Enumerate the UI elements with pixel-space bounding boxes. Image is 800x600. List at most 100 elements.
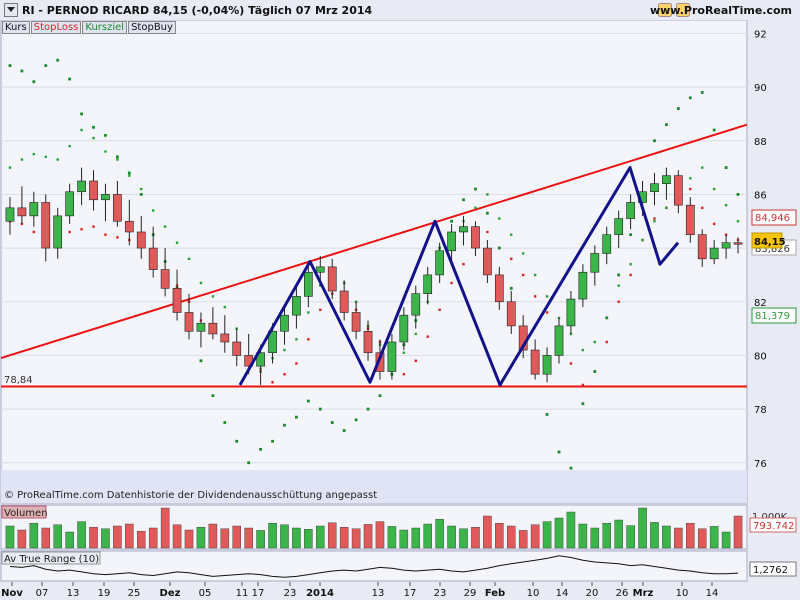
kursziel-dot <box>641 238 644 242</box>
volume-bar <box>184 529 194 549</box>
volume-bar <box>375 521 385 549</box>
candle-body <box>423 274 433 294</box>
stoploss-dot <box>271 381 274 384</box>
x-tick-label: 14 <box>556 588 569 599</box>
stoploss-dot <box>521 273 525 277</box>
kursziel-dot <box>629 262 632 266</box>
volume-bar <box>172 524 182 549</box>
kursziel-dot <box>92 136 95 140</box>
volume-bar <box>339 527 349 549</box>
volume-bar <box>578 523 588 549</box>
stoploss-dot <box>510 257 513 261</box>
stoploss-tag-text: 84,946 <box>755 213 790 224</box>
x-tick-label: 20 <box>586 588 599 599</box>
volume-bar <box>602 523 612 549</box>
candle-body <box>494 274 504 303</box>
stopbuy-dot <box>44 64 48 68</box>
stopbuy-dot <box>283 423 286 427</box>
stopbuy-dot <box>617 273 621 277</box>
candle-body <box>459 226 468 233</box>
x-tick-label: 17 <box>252 588 265 599</box>
stopbuy-dot <box>342 429 346 432</box>
x-tick-label: Feb <box>485 588 505 599</box>
stopbuy-dot <box>318 407 322 411</box>
kursziel-dot <box>593 340 597 344</box>
x-tick-label: 13 <box>67 588 80 599</box>
stopbuy-dot <box>295 415 298 419</box>
candle-body <box>411 293 421 316</box>
stopbuy-dot <box>557 450 561 454</box>
candle-body <box>280 314 289 332</box>
candle-body <box>435 250 445 276</box>
volume-bar <box>674 527 683 549</box>
y-tick-label: 92 <box>754 29 767 40</box>
volume-bar <box>650 522 659 549</box>
volume-label: Volumen <box>4 508 48 519</box>
stopbuy-dot <box>8 64 12 68</box>
x-tick-label: 17 <box>404 588 417 599</box>
y-tick-label: 80 <box>754 351 767 362</box>
kursziel-dot <box>712 187 716 191</box>
legend-kurs[interactable]: Kurs <box>2 21 30 34</box>
stopbuy-dot <box>199 359 203 363</box>
stopbuy-dot <box>223 421 227 424</box>
legend-stopbuy[interactable]: StopBuy <box>128 21 176 34</box>
volume-bar <box>244 527 253 549</box>
collapse-icon[interactable] <box>4 3 18 17</box>
legend-kursziel[interactable]: Kursziel <box>82 21 128 34</box>
stopbuy-dot <box>20 69 24 73</box>
candle-body <box>113 194 122 222</box>
candle-body <box>292 296 301 316</box>
stoploss-dot <box>689 187 692 191</box>
volume-panel <box>0 504 748 550</box>
kursziel-dot <box>533 273 537 277</box>
footer-note: © ProRealTime.com Datenhistorie der Divi… <box>4 490 377 501</box>
atr-panel <box>0 550 748 582</box>
kursziel-dot <box>44 155 47 159</box>
stopbuy-dot <box>462 198 465 202</box>
x-tick-label: 23 <box>434 588 447 599</box>
candle-body <box>626 202 635 219</box>
atr-value: 1,2762 <box>753 565 788 576</box>
kursziel-dot <box>151 209 155 212</box>
volume-bar <box>113 525 122 549</box>
x-tick-label: 05 <box>199 588 212 599</box>
candle-body <box>363 330 373 354</box>
stoploss-dot <box>307 338 310 341</box>
candle-body <box>387 341 397 372</box>
volume-bar <box>614 519 623 549</box>
stoploss-dot <box>438 308 441 311</box>
candle-body <box>208 322 218 335</box>
candle-body <box>506 301 516 327</box>
chart-canvas: 767880828486889092 Nov07131925Dez0511172… <box>0 19 797 599</box>
y-tick-label: 90 <box>754 83 767 94</box>
candle-body <box>602 234 612 254</box>
stopbuy-dot <box>724 166 728 169</box>
kursziel-dot <box>140 187 143 191</box>
last-price-tag: 84,15 <box>751 232 786 249</box>
legend-stoploss[interactable]: StopLoss <box>30 21 82 34</box>
volume-bar <box>41 527 51 549</box>
candle-body <box>447 231 456 252</box>
candle-body <box>673 175 683 206</box>
volume-bar <box>459 528 468 549</box>
stopbuy-dot <box>485 211 489 215</box>
stopbuy-dot <box>378 394 382 398</box>
candle-body <box>315 266 325 273</box>
stopbuy-dot <box>306 399 310 403</box>
kursziel-dot <box>20 158 24 161</box>
stoploss-dot <box>295 362 298 365</box>
candle-body <box>53 215 63 249</box>
indicator-legend: Kurs StopLoss Kursziel StopBuy <box>2 21 177 34</box>
target-tag-text: 81,379 <box>755 311 790 322</box>
stopbuy-dot <box>545 413 549 416</box>
volume-value: 793.742 <box>753 521 794 532</box>
volume-bar <box>507 525 516 549</box>
stoploss-dot <box>712 222 716 226</box>
volume-bar <box>733 515 743 549</box>
stoploss-dot <box>569 362 573 365</box>
volume-bar <box>160 507 170 549</box>
y-tick-label: 82 <box>754 298 767 309</box>
volume-bar <box>268 523 277 549</box>
kursziel-dot <box>223 305 227 309</box>
